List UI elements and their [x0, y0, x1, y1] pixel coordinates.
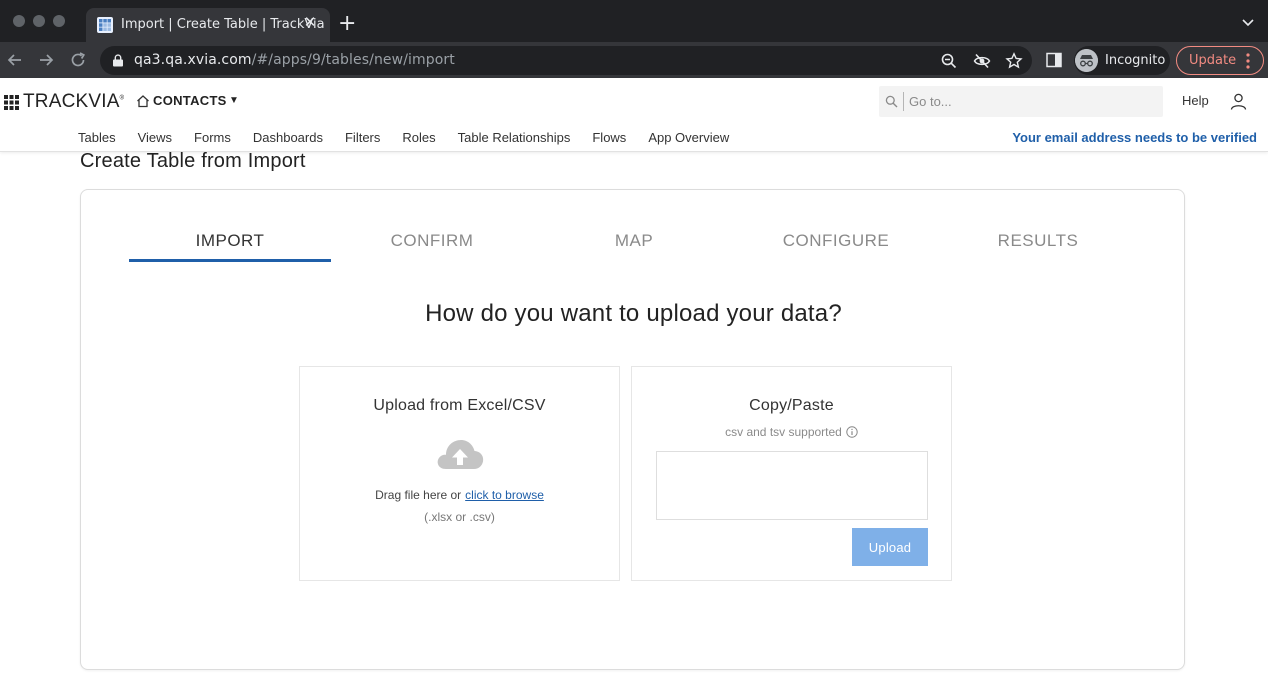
eye-slash-icon[interactable] — [973, 52, 991, 70]
search-divider — [903, 92, 904, 111]
wizard-steps: IMPORT CONFIRM MAP CONFIGURE RESULTS — [129, 228, 1139, 262]
update-button[interactable]: Update — [1176, 46, 1264, 75]
user-profile-icon[interactable] — [1230, 93, 1247, 110]
app-switcher-label[interactable]: CONTACTS — [153, 93, 227, 108]
goto-input[interactable] — [909, 90, 1149, 113]
step-map: MAP — [614, 231, 654, 250]
browse-link[interactable]: click to browse — [465, 488, 544, 502]
nav-flows[interactable]: Flows — [592, 130, 626, 148]
step-confirm: CONFIRM — [390, 231, 474, 250]
star-icon[interactable] — [1005, 52, 1023, 70]
paste-panel-title: Copy/Paste — [749, 397, 834, 414]
window-zoom-dot[interactable] — [53, 15, 65, 27]
main-nav: Tables Views Forms Dashboards Filters Ro… — [78, 130, 751, 148]
step-results: RESULTS — [997, 231, 1079, 250]
tab-title: Import | Create Table | TrackVia — [121, 17, 325, 32]
url-path: /#/apps/9/tables/new/import — [251, 52, 455, 68]
new-tab-icon[interactable]: + — [338, 13, 356, 35]
url-text[interactable]: qa3.qa.xvia.com/#/apps/9/tables/new/impo… — [134, 52, 455, 68]
app-switcher-caret-icon[interactable]: ▼ — [229, 95, 239, 106]
drag-drop-text: Drag file here or click to browse — [300, 488, 619, 502]
import-wizard-card: IMPORT CONFIRM MAP CONFIGURE RESULTS How… — [80, 189, 1185, 670]
address-bar[interactable]: qa3.qa.xvia.com/#/apps/9/tables/new/impo… — [100, 46, 1032, 75]
app-header: TRACKVIA® CONTACTS ▼ Help Tables Views F… — [0, 78, 1268, 152]
zoom-icon[interactable] — [940, 52, 958, 70]
excel-panel-title: Upload from Excel/CSV — [373, 397, 546, 414]
info-icon[interactable] — [846, 426, 858, 438]
incognito-indicator[interactable]: Incognito — [1074, 46, 1170, 75]
upload-heading: How do you want to upload your data? — [425, 300, 842, 327]
file-extension-hint: (.xlsx or .csv) — [424, 510, 495, 524]
kebab-menu-icon[interactable] — [1245, 52, 1251, 70]
search-icon — [885, 95, 898, 108]
nav-app-overview[interactable]: App Overview — [648, 130, 729, 148]
url-host: qa3.qa.xvia.com — [134, 52, 252, 68]
step-configure: CONFIGURE — [782, 231, 890, 250]
excel-upload-panel[interactable]: Upload from Excel/CSV Drag file here or c… — [299, 366, 620, 581]
reload-icon[interactable] — [68, 50, 88, 70]
help-link[interactable]: Help — [1182, 93, 1209, 108]
paste-format-label: csv and tsv supported — [725, 425, 842, 439]
home-icon[interactable] — [136, 94, 150, 108]
logo-wordmark: TRACKVIA — [23, 91, 120, 112]
cloud-upload-icon[interactable] — [435, 437, 485, 471]
trackvia-logo[interactable]: TRACKVIA® — [23, 91, 124, 113]
back-arrow-icon[interactable] — [5, 50, 25, 70]
update-label: Update — [1189, 53, 1237, 68]
nav-forms[interactable]: Forms — [194, 130, 231, 148]
nav-dashboards[interactable]: Dashboards — [253, 130, 323, 148]
nav-tables[interactable]: Tables — [78, 130, 116, 148]
incognito-label: Incognito — [1105, 53, 1166, 68]
tab-search-chevron-icon[interactable] — [1240, 14, 1256, 30]
nav-filters[interactable]: Filters — [345, 130, 380, 148]
paste-format-hint: csv and tsv supported — [632, 425, 951, 439]
window-close-dot[interactable] — [13, 15, 25, 27]
lock-icon[interactable] — [112, 54, 124, 67]
step-import[interactable]: IMPORT — [129, 228, 331, 262]
upload-button[interactable]: Upload — [852, 528, 928, 566]
browser-toolbar: qa3.qa.xvia.com/#/apps/9/tables/new/impo… — [0, 42, 1268, 78]
goto-search — [879, 86, 1163, 117]
trackvia-favicon-icon — [97, 17, 113, 33]
nav-table-relationships[interactable]: Table Relationships — [458, 130, 571, 148]
tab-close-icon[interactable]: ✕ — [302, 14, 318, 32]
nav-roles[interactable]: Roles — [402, 130, 435, 148]
forward-arrow-icon[interactable] — [36, 50, 56, 70]
trackvia-logo-icon — [4, 95, 19, 110]
verify-email-link[interactable]: Your email address needs to be verified — [1012, 130, 1257, 145]
side-panel-icon[interactable] — [1045, 51, 1063, 69]
logo-registered-mark: ® — [119, 95, 125, 102]
browser-tab-strip: Import | Create Table | TrackVia ✕ + — [0, 0, 1268, 42]
browser-tab[interactable]: Import | Create Table | TrackVia ✕ — [86, 8, 330, 42]
nav-views[interactable]: Views — [138, 130, 172, 148]
paste-textarea[interactable] — [656, 451, 928, 520]
page-title: Create Table from Import — [80, 150, 306, 172]
window-minimize-dot[interactable] — [33, 15, 45, 27]
drag-drop-label: Drag file here or — [375, 488, 462, 502]
paste-upload-panel: Copy/Paste csv and tsv supported Upload — [631, 366, 952, 581]
incognito-icon — [1075, 49, 1098, 72]
